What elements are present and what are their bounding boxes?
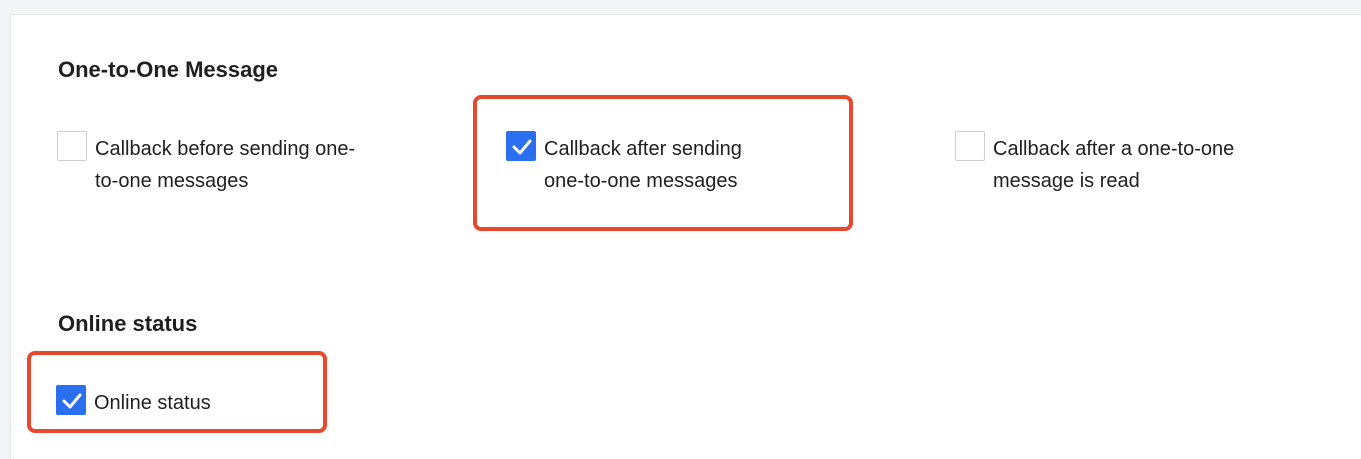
option-label: Callback after sending one-to-one messag… <box>544 138 742 192</box>
option-label: Callback before sending one- to-one mess… <box>95 138 356 192</box>
checkbox-callback-after-read[interactable] <box>955 131 985 161</box>
check-icon <box>62 393 82 409</box>
checkbox-callback-before-sending[interactable] <box>57 131 87 161</box>
checkbox-callback-after-sending[interactable] <box>506 131 536 161</box>
option-label: Online status <box>94 392 211 414</box>
settings-panel: One-to-One Message Callback before sendi… <box>10 14 1361 459</box>
check-icon <box>512 139 532 155</box>
section-title-online-status: Online status <box>58 311 198 336</box>
checkbox-online-status[interactable] <box>56 385 86 415</box>
option-label: Callback after a one-to-one message is r… <box>993 138 1235 192</box>
section-title-one-to-one-message: One-to-One Message <box>58 57 279 82</box>
